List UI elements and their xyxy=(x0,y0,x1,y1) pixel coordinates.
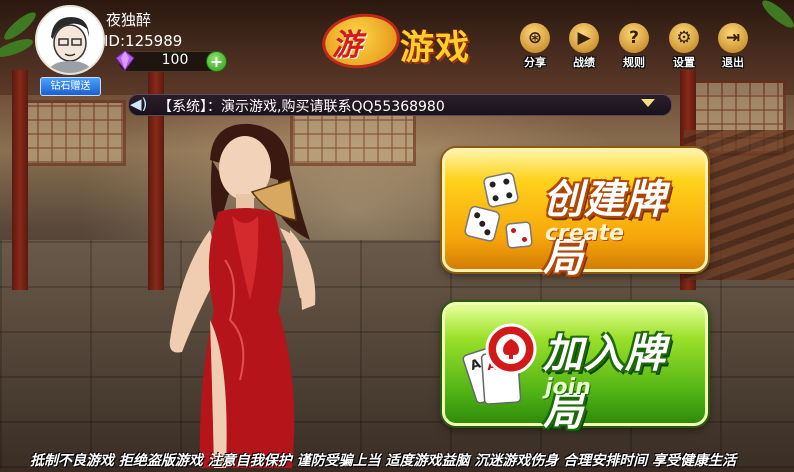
hostess-character xyxy=(140,120,350,468)
gear-icon: ⚙ xyxy=(669,23,699,53)
user-id: ID:125989 xyxy=(104,32,183,50)
window-lattice xyxy=(20,100,126,166)
logo-text: 游戏 xyxy=(400,28,470,68)
exit-icon: ⇥ xyxy=(718,23,748,53)
share-icon: ⊛ xyxy=(520,23,550,53)
create-game-subtitle: create xyxy=(545,221,625,246)
share-label: 分享 xyxy=(524,56,546,69)
gem-count: 100 xyxy=(161,52,189,68)
avatar-face-icon xyxy=(37,7,103,73)
join-game-subtitle: join xyxy=(545,375,591,400)
exit-label: 退出 xyxy=(722,56,744,69)
dice-icon xyxy=(461,165,541,253)
pillar xyxy=(12,70,28,290)
add-gems-button[interactable]: + xyxy=(206,51,227,72)
health-notice-footer: 抵制不良游戏 拒绝盗版游戏 注意自我保护 谨防受骗上当 适度游戏益脑 沉迷游戏伤… xyxy=(30,453,737,468)
diamond-icon xyxy=(114,49,136,71)
create-game-button[interactable]: 创建牌局 create xyxy=(442,148,708,281)
announcement-dropdown-icon[interactable] xyxy=(641,99,655,107)
exit-button[interactable]: ⇥ 退出 xyxy=(713,23,753,70)
records-label: 战绩 xyxy=(573,56,595,69)
announcement-text: 【系统】：演示游戏,购买请联系QQ55368980 xyxy=(158,99,445,115)
camera-icon: ▶ xyxy=(569,23,599,53)
rules-label: 规则 xyxy=(623,56,645,69)
logo-badge-text: 游 xyxy=(332,28,362,63)
settings-button[interactable]: ⚙ 设置 xyxy=(664,23,704,70)
question-icon: ? xyxy=(619,23,649,53)
share-button[interactable]: ⊛ 分享 xyxy=(515,23,555,70)
username: 夜独醉 xyxy=(106,11,152,29)
records-button[interactable]: ▶ 战绩 xyxy=(564,23,604,70)
playing-cards-chip-icon: A A xyxy=(459,319,543,409)
join-game-button[interactable]: A A 加入牌局 join xyxy=(442,302,708,435)
rules-button[interactable]: ? 规则 xyxy=(614,23,654,70)
settings-label: 设置 xyxy=(673,56,695,69)
game-logo: 游 游戏 xyxy=(318,8,492,74)
avatar[interactable] xyxy=(35,5,105,75)
gift-diamonds-button[interactable]: 钻石赠送 xyxy=(40,77,101,96)
speaker-icon: ◀) xyxy=(130,95,148,113)
